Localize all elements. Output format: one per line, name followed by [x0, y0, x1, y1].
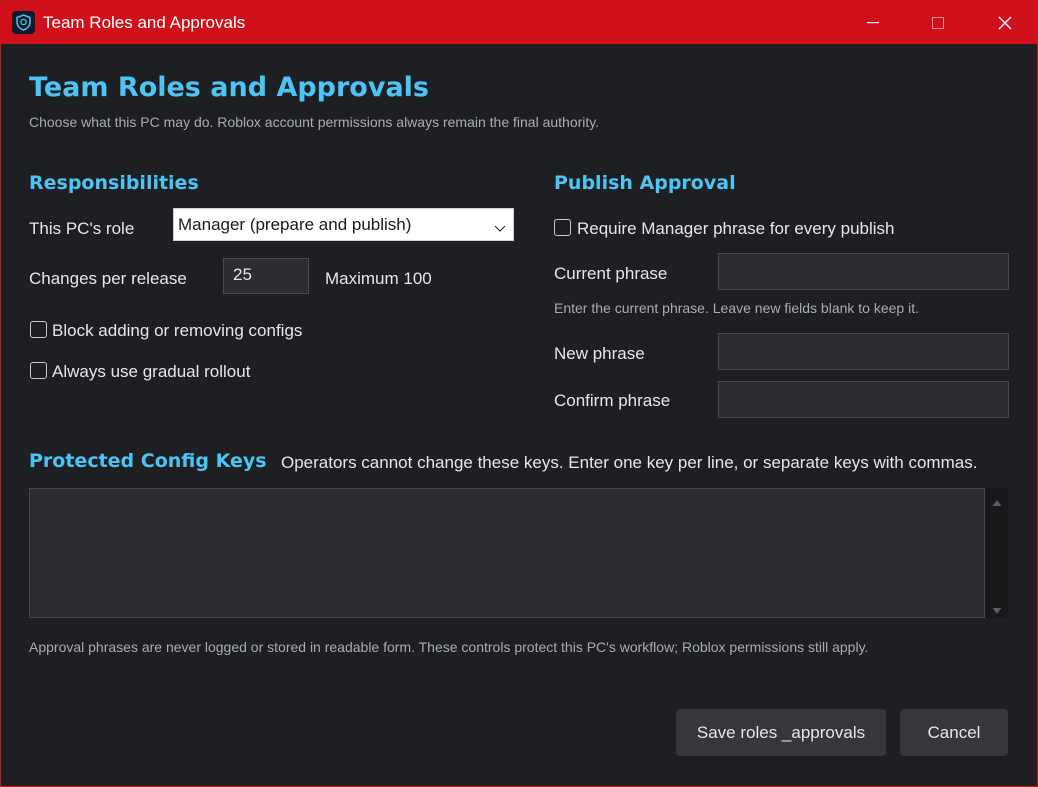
close-icon [998, 16, 1012, 29]
title-bar[interactable]: Team Roles and Approvals [1, 1, 1037, 44]
minimize-icon [867, 21, 879, 23]
role-select[interactable]: Manager (prepare and publish) [173, 208, 514, 241]
changes-max-hint: Maximum 100 [325, 269, 432, 288]
require-phrase-label[interactable]: Require Manager phrase for every publish [577, 219, 895, 239]
role-select-value: Manager (prepare and publish) [178, 215, 412, 234]
require-phrase-checkbox[interactable] [554, 219, 571, 236]
page-subtitle: Choose what this PC may do. Roblox accou… [29, 114, 600, 130]
publish-approval-heading: Publish Approval [554, 172, 736, 194]
textarea-scrollbar[interactable] [986, 488, 1008, 618]
protected-keys-description: Operators cannot change these keys. Ente… [281, 453, 978, 472]
current-phrase-field[interactable] [718, 253, 1009, 290]
block-configs-checkbox[interactable] [30, 321, 47, 338]
window-title: Team Roles and Approvals [43, 13, 246, 32]
new-phrase-field[interactable] [718, 333, 1009, 370]
scroll-up-icon[interactable] [992, 494, 1002, 512]
protected-keys-textarea[interactable] [29, 488, 985, 618]
cancel-button[interactable]: Cancel [900, 709, 1008, 756]
role-label: This PC's role [29, 219, 135, 238]
responsibilities-heading: Responsibilities [29, 172, 199, 194]
gradual-rollout-checkbox[interactable] [30, 362, 47, 379]
gradual-rollout-label[interactable]: Always use gradual rollout [52, 362, 250, 382]
new-phrase-label: New phrase [554, 344, 645, 363]
current-phrase-label: Current phrase [554, 264, 668, 283]
page-title: Team Roles and Approvals [29, 72, 430, 103]
chevron-down-icon [494, 218, 506, 238]
scroll-down-icon[interactable] [992, 602, 1002, 620]
maximize-icon [932, 16, 944, 29]
confirm-phrase-field[interactable] [718, 381, 1009, 418]
save-button[interactable]: Save roles _approvals [676, 709, 886, 756]
changes-label: Changes per release [29, 269, 187, 288]
minimize-button[interactable] [845, 1, 901, 44]
close-button[interactable] [977, 1, 1033, 44]
app-shield-icon [12, 11, 35, 34]
block-configs-label[interactable]: Block adding or removing configs [52, 321, 302, 341]
changes-per-release-input[interactable]: 25 [223, 258, 309, 294]
confirm-phrase-label: Confirm phrase [554, 391, 671, 410]
protected-keys-heading: Protected Config Keys [29, 450, 267, 472]
footer-note: Approval phrases are never logged or sto… [29, 639, 869, 655]
current-phrase-hint: Enter the current phrase. Leave new fiel… [554, 300, 919, 316]
dialog-window: Team Roles and Approvals Team Roles and … [0, 0, 1038, 787]
maximize-button[interactable] [910, 1, 966, 44]
